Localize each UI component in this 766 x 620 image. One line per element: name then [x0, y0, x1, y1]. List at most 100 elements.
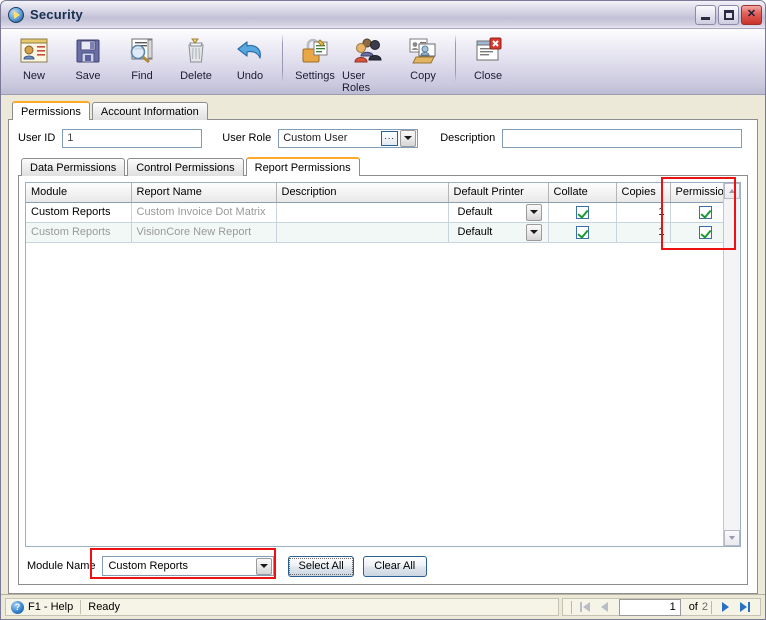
help-icon[interactable]: ? [11, 600, 24, 614]
user-role-label: User Role [222, 132, 272, 144]
table-row[interactable]: Custom Reports Custom Invoice Dot Matrix… [26, 202, 723, 223]
clear-all-label: Clear All [374, 560, 416, 572]
cell-report-name[interactable]: VisionCore New Report [131, 222, 277, 243]
clear-all-button[interactable]: Clear All [362, 555, 427, 577]
permissions-panel: User ID 1 User Role Custom User ... Desc… [8, 119, 758, 594]
cell-collate[interactable] [548, 222, 617, 243]
description-input[interactable] [502, 128, 743, 148]
module-name-combo[interactable]: Custom Reports [102, 556, 275, 576]
column-header-permission[interactable]: Permission [670, 183, 723, 203]
description-label: Description [440, 132, 496, 144]
module-name-value: Custom Reports [108, 560, 188, 572]
new-user-card-icon [18, 34, 50, 68]
cell-permission[interactable] [670, 202, 723, 223]
close-document-icon [473, 34, 503, 68]
report-permissions-panel: Module Report Name Description Default P… [18, 175, 748, 585]
user-id-input[interactable]: 1 [62, 128, 203, 148]
previous-record-button[interactable] [595, 598, 615, 616]
column-header-description[interactable]: Description [276, 183, 449, 203]
user-role-combo[interactable]: Custom User ... [278, 128, 419, 148]
default-printer-value: Default [457, 206, 493, 218]
toolbar-label: Copy [410, 70, 436, 82]
chevron-down-icon[interactable] [525, 223, 542, 241]
toolbar-label: Undo [236, 70, 264, 82]
minimize-button[interactable] [695, 4, 716, 25]
tab-permissions[interactable]: Permissions [12, 101, 90, 120]
scrollbar-track[interactable] [724, 199, 740, 530]
trash-can-icon [181, 34, 211, 68]
toolbar-label: User Roles [342, 70, 371, 94]
cell-default-printer[interactable]: Default [448, 222, 549, 243]
user-role-ellipsis-button[interactable]: ... [381, 130, 399, 146]
toolbar-settings-button[interactable]: Settings [288, 32, 342, 82]
report-permissions-grid: Module Report Name Description Default P… [25, 182, 741, 547]
tab-control-permissions[interactable]: Control Permissions [127, 158, 244, 176]
magnifier-icon [126, 34, 158, 68]
column-header-module[interactable]: Module [26, 183, 132, 203]
tab-label: Control Permissions [136, 161, 235, 174]
cell-module[interactable]: Custom Reports [26, 202, 132, 223]
grid-empty-area [26, 242, 723, 546]
toolbar-undo-button[interactable]: Undo [223, 32, 277, 82]
collate-checkbox[interactable] [575, 205, 589, 219]
select-all-button[interactable]: Select All [288, 555, 354, 577]
select-all-label: Select All [289, 557, 353, 575]
next-record-button[interactable] [715, 598, 735, 616]
column-header-report-name[interactable]: Report Name [131, 183, 277, 203]
chevron-down-icon[interactable] [256, 557, 273, 575]
toolbar-label: Delete [180, 70, 212, 82]
toolbar-find-button[interactable]: Find [115, 32, 169, 82]
inner-tab-strip: Data Permissions Control Permissions Rep… [18, 157, 748, 176]
cell-copies[interactable]: 1 [616, 202, 671, 223]
grid-header-row: Module Report Name Description Default P… [26, 183, 723, 203]
toolbar-new-button[interactable]: New [7, 32, 61, 82]
toolbar-save-button[interactable]: Save [61, 32, 115, 82]
scroll-up-button[interactable] [724, 183, 740, 199]
cell-description[interactable] [276, 202, 449, 223]
chevron-down-icon[interactable] [400, 129, 417, 147]
last-record-button[interactable] [735, 598, 755, 616]
chevron-down-icon[interactable] [525, 203, 542, 221]
column-header-default-printer[interactable]: Default Printer [448, 183, 549, 203]
column-header-copies[interactable]: Copies [616, 183, 671, 203]
help-text: F1 - Help [28, 601, 74, 613]
toolbar-close-button[interactable]: Close [461, 32, 515, 82]
collate-checkbox[interactable] [575, 225, 589, 239]
tab-label: Account Information [100, 105, 199, 118]
app-media-icon [8, 6, 24, 23]
module-name-label: Module Name [27, 560, 96, 572]
cell-default-printer[interactable]: Default [448, 202, 549, 223]
window-title: Security [30, 7, 83, 22]
tab-data-permissions[interactable]: Data Permissions [21, 158, 126, 176]
cell-module[interactable]: Custom Reports [26, 222, 132, 243]
toolbar-separator [282, 34, 283, 82]
first-record-button[interactable] [575, 598, 595, 616]
tab-account-information[interactable]: Account Information [91, 102, 208, 120]
column-header-collate[interactable]: Collate [548, 183, 617, 203]
user-form-row: User ID 1 User Role Custom User ... Desc… [18, 128, 748, 148]
table-row[interactable]: Custom Reports VisionCore New Report Def… [26, 222, 723, 243]
grid-vertical-scrollbar[interactable] [723, 183, 740, 546]
permission-checkbox[interactable] [698, 205, 712, 219]
maximize-button[interactable] [718, 4, 739, 25]
grid-body: Module Report Name Description Default P… [26, 183, 723, 546]
cell-copies[interactable]: 1 [616, 222, 671, 243]
cell-collate[interactable] [548, 202, 617, 223]
cell-description[interactable] [276, 222, 449, 243]
current-page-input[interactable]: 1 [618, 598, 681, 616]
permission-checkbox[interactable] [698, 225, 712, 239]
cell-report-name[interactable]: Custom Invoice Dot Matrix [131, 202, 277, 223]
close-button[interactable]: ✕ [741, 4, 762, 25]
window-controls: ✕ [695, 4, 762, 25]
users-group-icon [353, 34, 385, 68]
record-navigator: 1 of 2 [561, 598, 761, 616]
tab-report-permissions[interactable]: Report Permissions [245, 157, 360, 176]
scroll-down-button[interactable] [724, 530, 740, 546]
toolbar-label: Find [131, 70, 153, 82]
toolbar-delete-button[interactable]: Delete [169, 32, 223, 82]
total-pages-label: 2 [701, 601, 708, 613]
grid-bottom-bar: Module Name Custom Reports Select All Cl… [25, 554, 741, 578]
toolbar-user-roles-button[interactable]: User Roles [342, 32, 396, 94]
toolbar-copy-button[interactable]: Copy [396, 32, 450, 82]
cell-permission[interactable] [670, 222, 723, 243]
